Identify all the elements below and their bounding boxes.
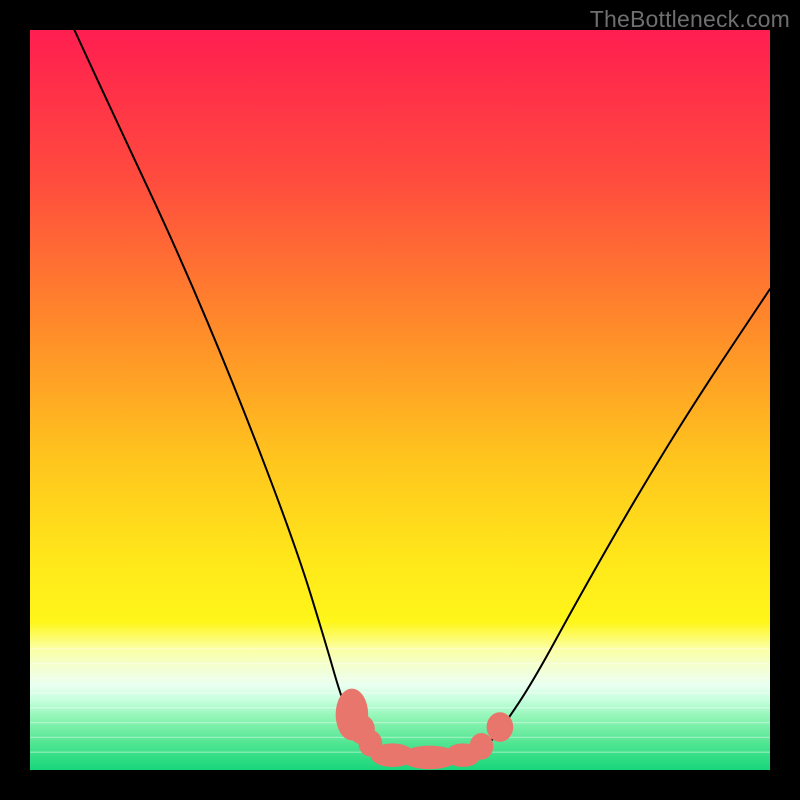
valley-marker-6 — [470, 733, 494, 760]
valley-marker-7 — [487, 712, 514, 742]
watermark-text: TheBottleneck.com — [590, 6, 790, 33]
gradient-bg — [30, 30, 770, 770]
plot-area — [30, 30, 770, 770]
plot-svg — [30, 30, 770, 770]
chart-frame: TheBottleneck.com — [0, 0, 800, 800]
